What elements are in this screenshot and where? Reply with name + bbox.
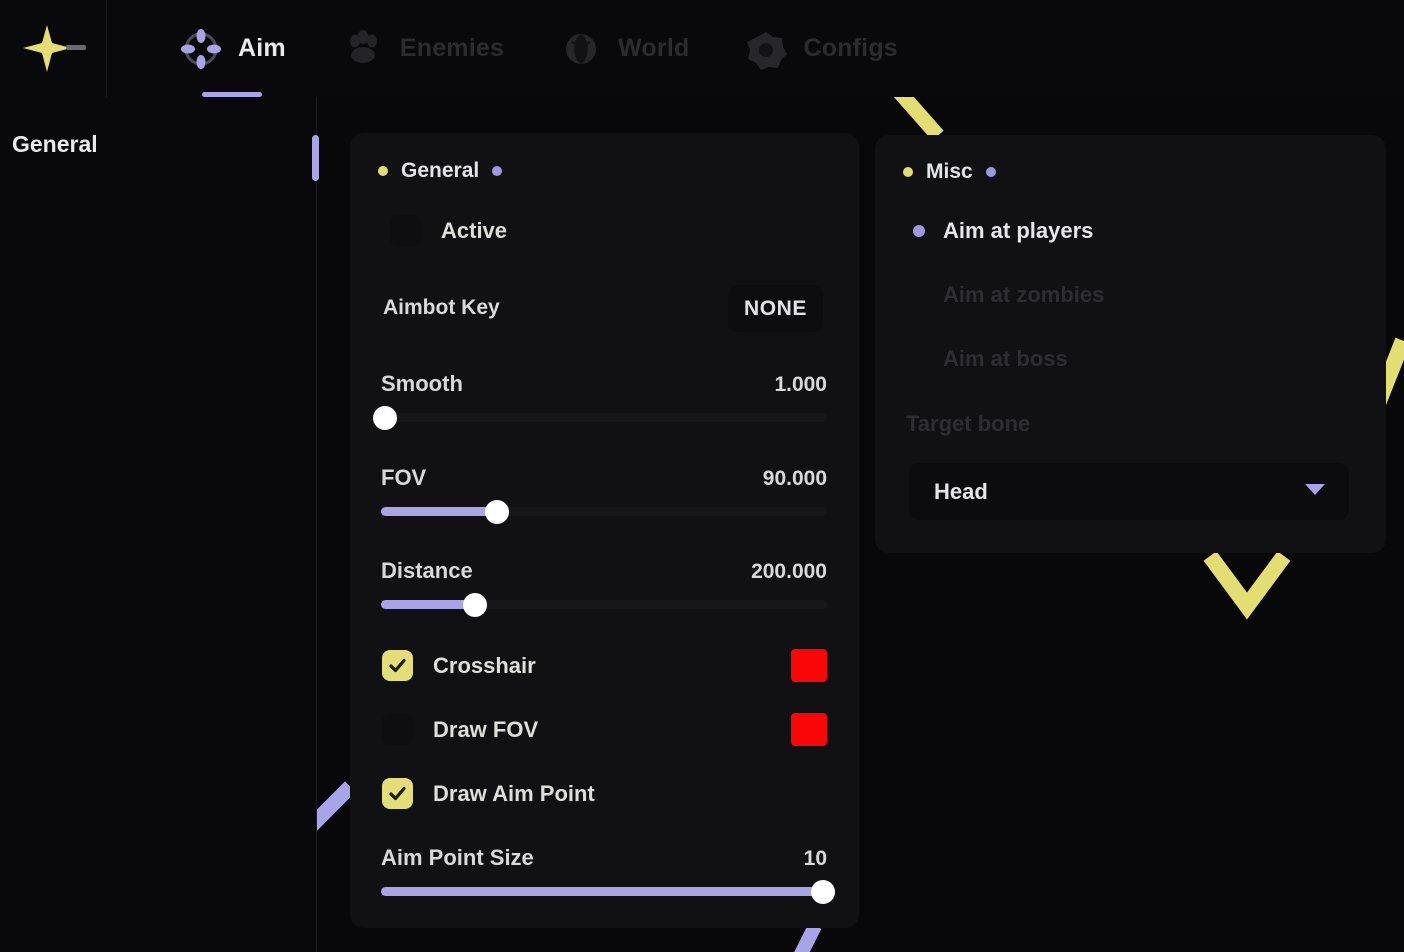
fov-slider-label: FOV	[381, 465, 426, 491]
crosshair-checkbox-label: Crosshair	[433, 653, 536, 679]
smooth-slider-label: Smooth	[381, 371, 463, 397]
general-settings-panel: General Active Aimbot Key NONE Smooth 1.…	[350, 133, 859, 928]
purple-dot-icon	[492, 166, 502, 176]
sidebar-active-indicator	[312, 135, 319, 181]
nav-tab-list: Aim Enemies	[106, 0, 925, 97]
tab-enemies[interactable]: Enemies	[313, 0, 531, 97]
crosshair-icon	[178, 26, 224, 72]
paw-icon	[340, 26, 386, 72]
active-checkbox-label: Active	[441, 218, 507, 244]
draw-fov-checkbox-row[interactable]: Draw FOV	[382, 714, 538, 745]
globe-icon	[558, 26, 604, 72]
distance-slider-header: Distance 200.000	[381, 558, 827, 584]
left-sidebar: General	[0, 97, 317, 952]
draw-aim-point-checkbox-label: Draw Aim Point	[433, 781, 595, 807]
yellow-dot-icon	[903, 167, 913, 177]
draw-fov-checkbox[interactable]	[382, 714, 413, 745]
general-section-header: General	[378, 159, 502, 183]
draw-aim-point-checkbox-row[interactable]: Draw Aim Point	[382, 778, 595, 809]
target-bone-label: Target bone	[906, 411, 1030, 437]
tab-world[interactable]: World	[531, 0, 716, 97]
tab-world-label: World	[618, 34, 689, 63]
tab-enemies-label: Enemies	[400, 34, 504, 63]
aim-point-size-slider-label: Aim Point Size	[381, 845, 534, 871]
tab-configs[interactable]: Configs	[716, 0, 924, 97]
distance-slider-fill	[381, 600, 475, 609]
fov-slider-value: 90.000	[763, 467, 827, 491]
misc-section-header: Misc	[903, 160, 996, 184]
selected-bullet-icon	[913, 225, 925, 237]
distance-slider-track[interactable]	[381, 600, 827, 609]
option-aim-at-players-label: Aim at players	[943, 218, 1093, 244]
option-aim-at-boss-label: Aim at boss	[943, 346, 1068, 372]
unselected-bullet-icon	[913, 353, 925, 365]
fov-slider-header: FOV 90.000	[381, 465, 827, 491]
sparkle-star-icon	[17, 19, 89, 79]
option-aim-at-zombies-label: Aim at zombies	[943, 282, 1104, 308]
aim-point-size-slider-thumb[interactable]	[811, 880, 835, 904]
tab-configs-label: Configs	[803, 34, 897, 63]
fov-slider-fill	[381, 507, 497, 516]
active-checkbox-row[interactable]: Active	[390, 215, 507, 246]
general-section-title: General	[401, 159, 479, 183]
yellow-dot-icon	[378, 166, 388, 176]
topbar-divider	[106, 0, 107, 97]
aim-point-size-slider-value: 10	[804, 847, 827, 871]
aimbot-key-button[interactable]: NONE	[728, 285, 823, 332]
smooth-slider-header: Smooth 1.000	[381, 371, 827, 397]
sidebar-title: General	[12, 131, 98, 158]
aimbot-key-label: Aimbot Key	[383, 296, 500, 320]
smooth-slider-block: Smooth 1.000	[381, 371, 827, 422]
fov-slider-thumb[interactable]	[485, 500, 509, 524]
distance-slider-thumb[interactable]	[463, 593, 487, 617]
aim-point-size-slider-fill	[381, 887, 823, 896]
sidebar-divider	[316, 97, 317, 952]
draw-fov-checkbox-label: Draw FOV	[433, 717, 538, 743]
option-aim-at-zombies[interactable]: Aim at zombies	[913, 282, 1104, 308]
misc-section-title: Misc	[926, 160, 973, 184]
tab-aim-label: Aim	[238, 34, 286, 63]
option-aim-at-boss[interactable]: Aim at boss	[913, 346, 1068, 372]
crosshair-checkbox[interactable]	[382, 650, 413, 681]
smooth-slider-track[interactable]	[381, 413, 827, 422]
target-bone-value: Head	[934, 479, 988, 505]
aim-point-size-slider-block: Aim Point Size 10	[381, 845, 827, 896]
top-navigation-bar: Aim Enemies	[0, 0, 1404, 97]
crosshair-checkbox-row[interactable]: Crosshair	[382, 650, 536, 681]
purple-dot-icon	[986, 167, 996, 177]
option-aim-at-players[interactable]: Aim at players	[913, 218, 1093, 244]
crosshair-color-swatch[interactable]	[791, 649, 827, 682]
aim-point-size-slider-header: Aim Point Size 10	[381, 845, 827, 871]
chevron-down-icon	[1303, 482, 1327, 501]
smooth-slider-thumb[interactable]	[373, 406, 397, 430]
target-bone-dropdown[interactable]: Head	[909, 463, 1349, 520]
distance-slider-value: 200.000	[751, 560, 827, 584]
draw-aim-point-checkbox[interactable]	[382, 778, 413, 809]
fov-slider-block: FOV 90.000	[381, 465, 827, 516]
aim-point-size-slider-track[interactable]	[381, 887, 827, 896]
draw-fov-color-swatch[interactable]	[791, 713, 827, 746]
unselected-bullet-icon	[913, 289, 925, 301]
distance-slider-label: Distance	[381, 558, 473, 584]
app-logo[interactable]	[0, 0, 106, 97]
smooth-slider-value: 1.000	[774, 373, 827, 397]
distance-slider-block: Distance 200.000	[381, 558, 827, 609]
active-checkbox[interactable]	[390, 215, 421, 246]
fov-slider-track[interactable]	[381, 507, 827, 516]
tab-aim[interactable]: Aim	[151, 0, 313, 97]
app-root: Aim Enemies	[0, 0, 1404, 952]
gear-icon	[743, 26, 789, 72]
